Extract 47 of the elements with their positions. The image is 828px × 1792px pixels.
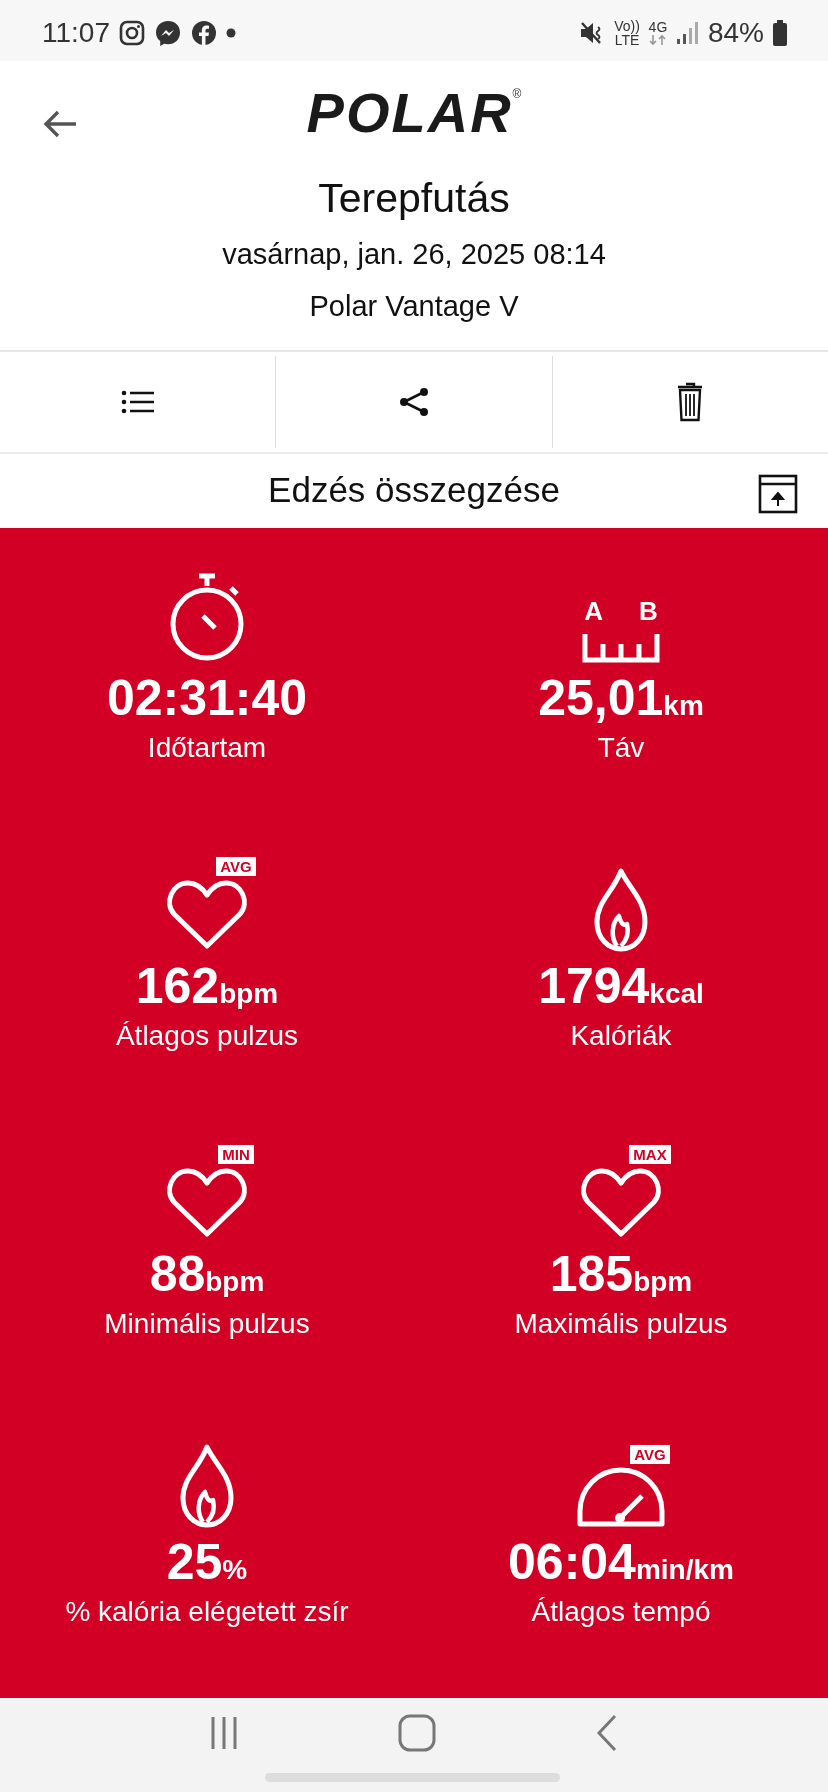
stat-badge: MAX bbox=[629, 1144, 671, 1164]
network-label: 4G bbox=[648, 20, 668, 35]
workout-date: vasárnap, jan. 26, 2025 08:14 bbox=[222, 237, 606, 272]
stat-label: Táv bbox=[597, 731, 645, 766]
lte-label: LTE bbox=[614, 33, 640, 48]
home-icon bbox=[397, 1712, 437, 1753]
logo: POLAR bbox=[306, 85, 513, 144]
device-name: Polar Vantage V bbox=[309, 288, 519, 324]
stat-label: Kalóriák bbox=[570, 1019, 672, 1054]
instagram-icon bbox=[118, 19, 146, 48]
battery-percent: 84% bbox=[707, 16, 764, 51]
notification-dot-icon bbox=[226, 28, 236, 39]
back-chevron-icon bbox=[595, 1712, 619, 1753]
section-title: Edzés összegzése bbox=[268, 469, 560, 512]
messenger-icon bbox=[154, 19, 182, 48]
stat-label: Átlagos pulzus bbox=[115, 1019, 299, 1054]
stat-label: Időtartam bbox=[147, 731, 267, 766]
facebook-icon bbox=[190, 19, 218, 48]
stat-badge: AVG bbox=[630, 1444, 670, 1464]
stat-value: 02:31:40 bbox=[106, 669, 308, 728]
export-button[interactable] bbox=[758, 473, 798, 514]
stat-value: 162bpm bbox=[135, 957, 279, 1016]
export-icon bbox=[758, 473, 798, 514]
clock-time: 11:07 bbox=[42, 16, 110, 51]
stat-label: Minimális pulzus bbox=[104, 1307, 310, 1342]
workout-title: Terepfutás bbox=[318, 173, 510, 223]
signal-icon bbox=[675, 21, 700, 46]
battery-icon bbox=[772, 20, 788, 47]
stat-label: Átlagos tempó bbox=[531, 1595, 711, 1630]
volte-label: Vo)) bbox=[614, 19, 640, 34]
stat-value: 25% bbox=[166, 1533, 248, 1592]
stat-value: 06:04min/km bbox=[508, 1533, 734, 1592]
stat-value: 1794kcal bbox=[538, 957, 704, 1016]
stat-label: % kalória elégetett zsír bbox=[65, 1595, 349, 1630]
stat-badge: AVG bbox=[216, 856, 256, 876]
stat-value: 185bpm bbox=[549, 1245, 693, 1304]
back-arrow-icon bbox=[42, 109, 78, 139]
trash-icon bbox=[676, 381, 705, 422]
stat-badge: MIN bbox=[218, 1144, 254, 1164]
stat-value: 88bpm bbox=[149, 1245, 265, 1304]
stat-value: 25,01km bbox=[538, 669, 704, 728]
stat-label: Maximális pulzus bbox=[514, 1307, 728, 1342]
point-label: A bbox=[584, 597, 603, 624]
share-icon bbox=[399, 386, 429, 417]
data-arrows-icon bbox=[647, 34, 668, 47]
point-label: B bbox=[639, 597, 658, 624]
registered-mark: ® bbox=[512, 86, 522, 102]
